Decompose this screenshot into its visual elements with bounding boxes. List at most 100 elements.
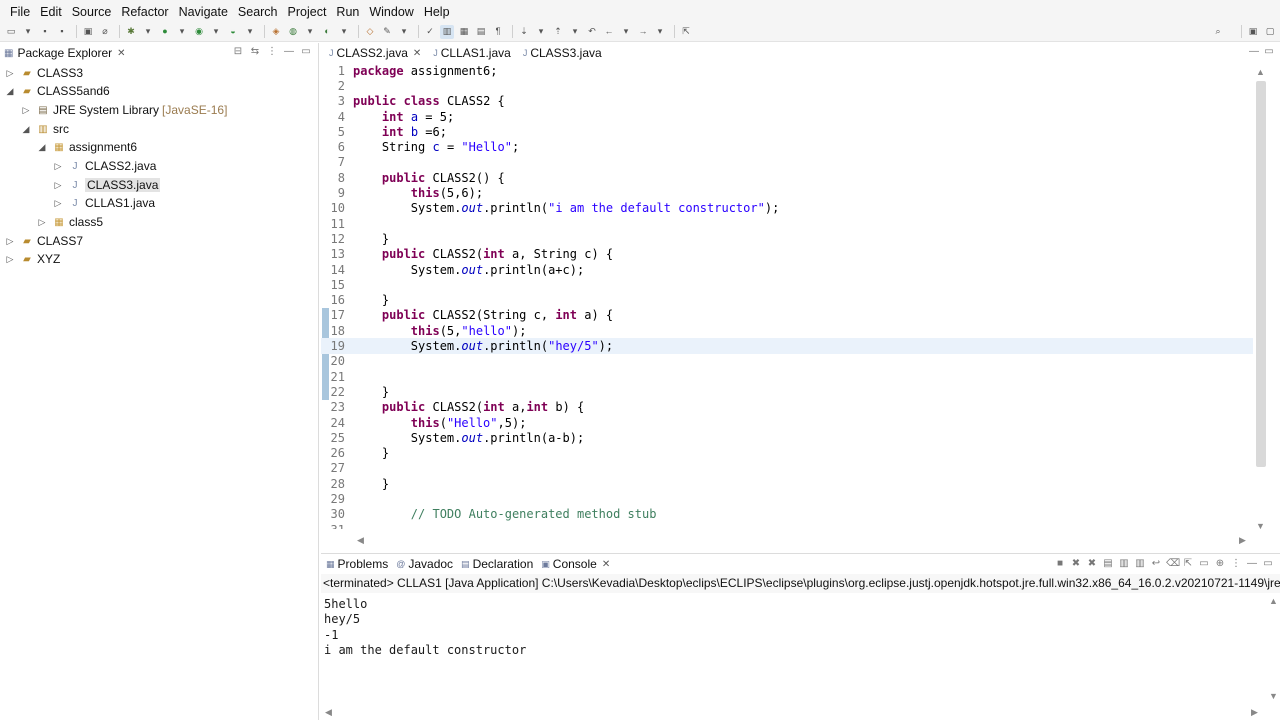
dropdown-arrow-icon[interactable]: ▾ bbox=[397, 25, 411, 39]
dropdown-arrow-icon[interactable]: ▾ bbox=[175, 25, 189, 39]
maximize-icon[interactable]: ▭ bbox=[1262, 558, 1274, 569]
chevron-right-icon[interactable]: ▷ bbox=[20, 105, 32, 116]
collapse-all-icon[interactable]: ⊟ bbox=[232, 46, 244, 57]
terminal-icon[interactable]: ▣ bbox=[81, 25, 95, 39]
menu-file[interactable]: File bbox=[5, 0, 35, 24]
clear-console-icon[interactable]: ⌫ bbox=[1166, 558, 1180, 569]
show-when-stdout-icon[interactable]: ▥ bbox=[1118, 558, 1130, 569]
pin-editor-icon[interactable]: ⇱ bbox=[679, 25, 693, 39]
chevron-right-icon[interactable]: ▷ bbox=[36, 217, 48, 228]
chevron-right-icon[interactable]: ▷ bbox=[52, 198, 64, 209]
tab-cllas1-java[interactable]: J CLLAS1.java bbox=[429, 43, 519, 63]
tree-item-class7[interactable]: ▷ ▰ CLASS7 bbox=[4, 232, 84, 250]
scroll-up-icon[interactable]: ▲ bbox=[1269, 596, 1278, 606]
tree-item-class2-java[interactable]: ▷ J CLASS2.java bbox=[52, 157, 157, 175]
dropdown-arrow-icon[interactable]: ▾ bbox=[141, 25, 155, 39]
tab-console[interactable]: ▣ Console ✕ bbox=[538, 554, 615, 574]
console-output[interactable]: 5hello hey/5 -1 i am the default constru… bbox=[321, 597, 1280, 658]
editor-horizontal-scrollbar[interactable]: ◀ ▶ bbox=[321, 535, 1253, 547]
pin-console-icon[interactable]: ⇱ bbox=[1182, 558, 1194, 569]
dropdown-arrow-icon[interactable]: ▾ bbox=[534, 25, 548, 39]
toggle-breadcrumb-icon[interactable]: ▥ bbox=[440, 24, 454, 39]
tree-item-src[interactable]: ◢ ▥ src bbox=[20, 120, 69, 138]
close-icon[interactable]: ✕ bbox=[602, 559, 610, 570]
new-java-project-icon[interactable]: ◈ bbox=[269, 25, 283, 39]
tree-item-class3-java[interactable]: ▷ J CLASS3.java bbox=[52, 176, 161, 194]
scroll-down-icon[interactable]: ▼ bbox=[1256, 521, 1265, 531]
menu-project[interactable]: Project bbox=[283, 0, 332, 24]
tab-package-explorer[interactable]: ▦ Package Explorer ✕ bbox=[0, 43, 130, 63]
dropdown-arrow-icon[interactable]: ▾ bbox=[619, 25, 633, 39]
search-toolbar-icon[interactable]: ✎ bbox=[380, 25, 394, 39]
back-icon[interactable]: ← bbox=[602, 25, 616, 39]
debug-icon[interactable]: ✱ bbox=[124, 25, 138, 39]
tree-item-class5and6[interactable]: ◢ ▰ CLASS5and6 bbox=[4, 82, 110, 100]
chevron-right-icon[interactable]: ▷ bbox=[52, 180, 64, 191]
remove-all-terminated-icon[interactable]: ✖ bbox=[1086, 558, 1098, 569]
dropdown-arrow-icon[interactable]: ▾ bbox=[568, 25, 582, 39]
show-when-stderr-icon[interactable]: ▥ bbox=[1134, 558, 1146, 569]
forward-icon[interactable]: → bbox=[636, 25, 650, 39]
next-annotation-icon[interactable]: ⇣ bbox=[517, 25, 531, 39]
chevron-right-icon[interactable]: ▷ bbox=[52, 161, 64, 172]
skip-breakpoints-icon[interactable]: ⌀ bbox=[98, 25, 112, 39]
new-icon[interactable]: ▭ bbox=[4, 25, 18, 39]
tree-item-class3[interactable]: ▷ ▰ CLASS3 bbox=[4, 64, 84, 82]
menu-edit[interactable]: Edit bbox=[35, 0, 67, 24]
tab-class2-java[interactable]: J CLASS2.java ✕ bbox=[325, 43, 430, 63]
chevron-down-icon[interactable]: ◢ bbox=[4, 86, 16, 97]
search-icon[interactable]: ⌕ bbox=[1211, 24, 1225, 38]
paragraph-icon[interactable]: ¶ bbox=[491, 25, 505, 39]
minimize-icon[interactable]: — bbox=[1248, 46, 1260, 57]
console-vertical-scrollbar[interactable]: ▲ ▼ bbox=[1268, 596, 1280, 706]
chevron-down-icon[interactable]: ◢ bbox=[36, 142, 48, 153]
tab-declaration[interactable]: ▤ Declaration bbox=[458, 554, 538, 574]
minimize-icon[interactable]: — bbox=[283, 46, 295, 57]
tree-item-xyz[interactable]: ▷ ▰ XYZ bbox=[4, 250, 61, 268]
run-icon[interactable]: ● bbox=[158, 25, 172, 39]
scrollbar-thumb[interactable] bbox=[1256, 81, 1266, 467]
menu-window[interactable]: Window bbox=[364, 0, 418, 24]
chevron-right-icon[interactable]: ▷ bbox=[4, 68, 16, 79]
new-class-icon[interactable]: ◐ bbox=[320, 25, 334, 39]
scroll-left-icon[interactable]: ◀ bbox=[357, 535, 364, 546]
display-console-icon[interactable]: ▭ bbox=[1198, 558, 1210, 569]
menu-source[interactable]: Source bbox=[67, 0, 117, 24]
close-icon[interactable]: ✕ bbox=[117, 48, 125, 59]
editor-vertical-scrollbar[interactable]: ▲ ▼ bbox=[1254, 67, 1266, 531]
scroll-up-icon[interactable]: ▲ bbox=[1256, 67, 1265, 77]
chevron-down-icon[interactable]: ◢ bbox=[20, 124, 32, 135]
dropdown-arrow-icon[interactable]: ▾ bbox=[209, 25, 223, 39]
console-horizontal-scrollbar[interactable]: ◀ ▶ bbox=[321, 707, 1266, 719]
tree-item-assignment6[interactable]: ◢ ▦ assignment6 bbox=[36, 138, 138, 156]
open-perspective-icon[interactable]: ▣ bbox=[1246, 24, 1260, 38]
chevron-right-icon[interactable]: ▷ bbox=[4, 236, 16, 247]
dropdown-arrow-icon[interactable]: ▾ bbox=[243, 25, 257, 39]
tab-problems[interactable]: ▦ Problems bbox=[323, 554, 393, 574]
chevron-right-icon[interactable]: ▷ bbox=[4, 254, 16, 265]
view-menu-icon[interactable]: ⋮ bbox=[1230, 558, 1242, 569]
dropdown-arrow-icon[interactable]: ▾ bbox=[337, 25, 351, 39]
tab-class3-java[interactable]: J CLASS3.java bbox=[519, 43, 610, 63]
menu-refactor[interactable]: Refactor bbox=[116, 0, 173, 24]
link-editor-icon[interactable]: ⇆ bbox=[249, 46, 261, 57]
java-perspective-icon[interactable]: ▢ bbox=[1263, 24, 1277, 38]
maximize-icon[interactable]: ▭ bbox=[300, 46, 312, 57]
last-edit-location-icon[interactable]: ↶ bbox=[585, 25, 599, 39]
scroll-right-icon[interactable]: ▶ bbox=[1239, 535, 1246, 546]
menu-navigate[interactable]: Navigate bbox=[174, 0, 233, 24]
remove-launch-icon[interactable]: ✖ bbox=[1070, 558, 1082, 569]
close-icon[interactable]: ✕ bbox=[413, 48, 421, 59]
block-selection-icon[interactable]: ▦ bbox=[457, 25, 471, 39]
maximize-icon[interactable]: ▭ bbox=[1263, 46, 1275, 57]
show-whitespace-icon[interactable]: ▤ bbox=[474, 25, 488, 39]
dropdown-arrow-icon[interactable]: ▾ bbox=[303, 25, 317, 39]
tree-item-class5[interactable]: ▷ ▦ class5 bbox=[36, 213, 103, 231]
scroll-left-icon[interactable]: ◀ bbox=[325, 707, 332, 718]
open-type-icon[interactable]: ◇ bbox=[363, 25, 377, 39]
menu-help[interactable]: Help bbox=[419, 0, 455, 24]
scroll-down-icon[interactable]: ▼ bbox=[1269, 691, 1278, 701]
tree-item-cllas1-java[interactable]: ▷ J CLLAS1.java bbox=[52, 194, 156, 212]
tree-item-jre-library[interactable]: ▷ ▤ JRE System Library [JavaSE-16] bbox=[20, 101, 228, 119]
dropdown-arrow-icon[interactable]: ▾ bbox=[653, 25, 667, 39]
